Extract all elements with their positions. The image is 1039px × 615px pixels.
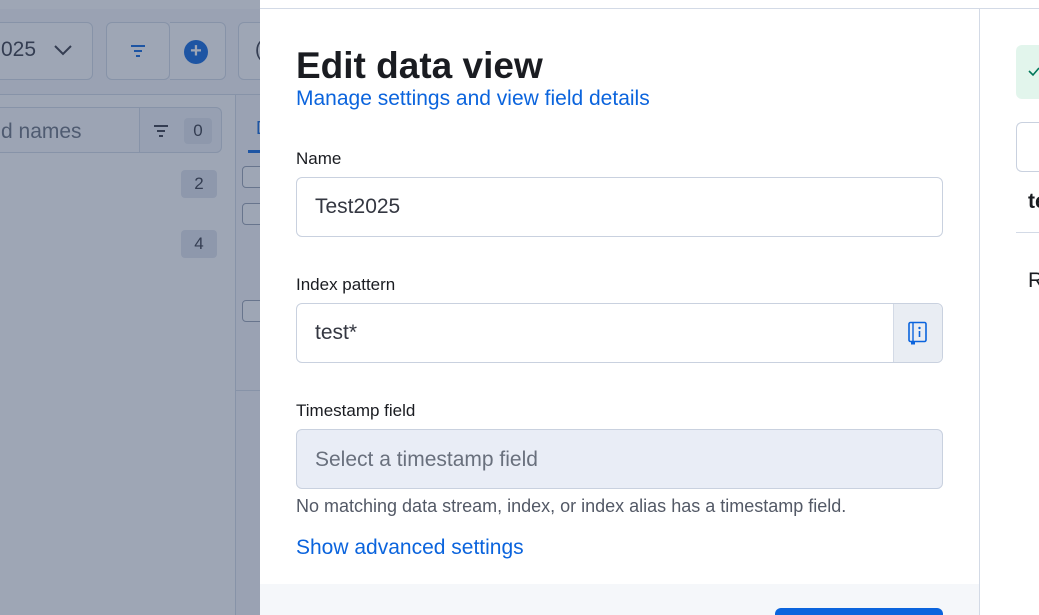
flyout-footer	[260, 584, 979, 615]
background-top-strip	[0, 0, 260, 9]
name-input[interactable]	[297, 178, 942, 236]
flyout-title: Edit data view	[296, 45, 543, 86]
field-count-badge: 2	[181, 170, 217, 198]
save-button[interactable]	[775, 608, 943, 615]
timestamp-field-label: Timestamp field	[296, 401, 416, 420]
chevron-down-icon	[54, 45, 72, 56]
row-checkbox[interactable]	[242, 203, 260, 225]
background-row-divider	[236, 390, 260, 391]
field-search-placeholder: d names	[1, 120, 82, 143]
timestamp-field-placeholder: Select a timestamp field	[315, 448, 538, 471]
documentation-icon	[908, 321, 927, 345]
preview-row-text: R	[1028, 269, 1039, 292]
query-button[interactable]: (	[238, 22, 260, 80]
index-pattern-help-button[interactable]	[893, 304, 942, 362]
field-type-filter-button[interactable]: 0	[140, 107, 222, 153]
success-callout	[1016, 45, 1039, 99]
data-view-selector-value: 025	[1, 38, 37, 61]
filter-icon	[154, 125, 168, 137]
index-pattern-input[interactable]	[297, 304, 893, 362]
name-field-wrapper	[296, 177, 943, 237]
edit-data-view-flyout: Edit data view Manage settings and view …	[260, 0, 1039, 615]
field-search-input[interactable]: d names	[0, 107, 140, 153]
name-field-label: Name	[296, 149, 342, 168]
timestamp-help-text: No matching data stream, index, or index…	[296, 496, 847, 516]
preview-search-input[interactable]	[1016, 122, 1039, 172]
preview-pane: te R	[980, 9, 1039, 615]
filter-count-badge: 0	[184, 118, 212, 144]
plus-icon: +	[184, 40, 208, 64]
data-view-selector[interactable]: 025	[0, 22, 93, 80]
row-checkbox[interactable]	[242, 166, 260, 188]
index-pattern-label: Index pattern	[296, 275, 396, 294]
check-icon	[1028, 67, 1039, 77]
flyout-subtitle-link[interactable]: Manage settings and view field details	[296, 87, 650, 111]
background-app: 025 + ( d names 0 2 4 D	[0, 0, 260, 615]
show-advanced-settings-link[interactable]: Show advanced settings	[296, 536, 524, 560]
preview-title-text: te	[1028, 190, 1039, 213]
row-checkbox[interactable]	[242, 300, 260, 322]
filter-button[interactable]	[106, 22, 170, 80]
tab-selected-indicator	[248, 150, 260, 153]
data-view-form-pane: Edit data view Manage settings and view …	[260, 9, 980, 615]
preview-divider	[1016, 232, 1039, 233]
timestamp-field-select[interactable]: Select a timestamp field	[296, 429, 943, 489]
field-count-badge: 4	[181, 230, 217, 258]
filter-icon	[131, 45, 145, 57]
index-pattern-field-wrapper	[296, 303, 943, 363]
add-filter-button[interactable]: +	[170, 22, 226, 80]
